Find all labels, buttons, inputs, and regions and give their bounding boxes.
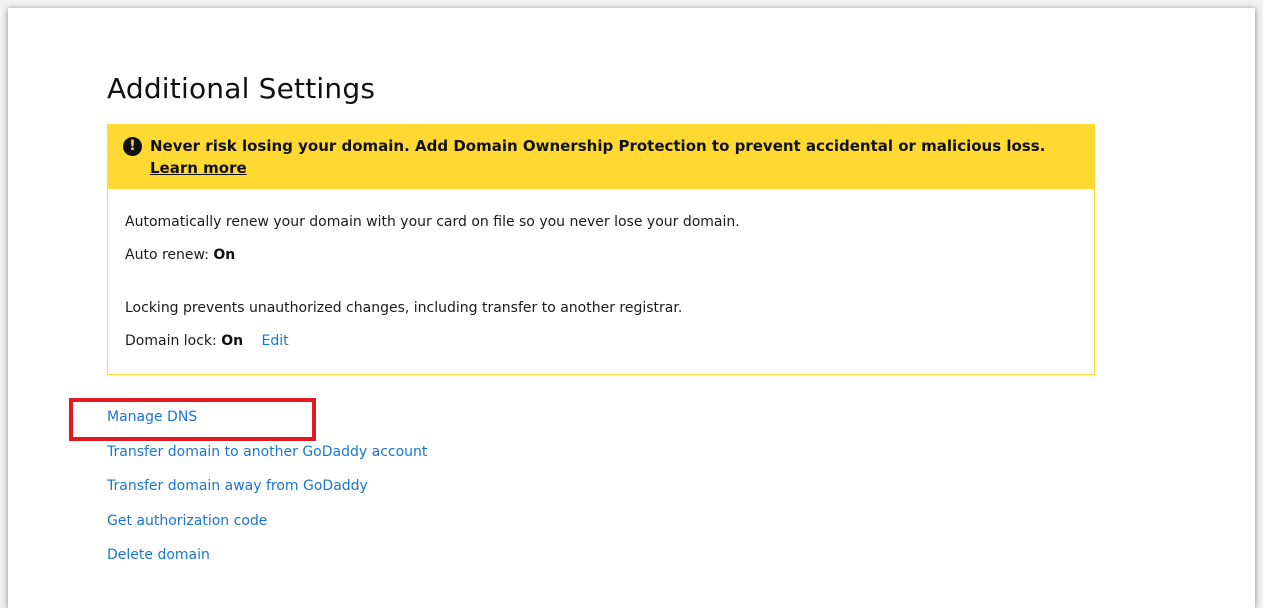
- auto-renew-value: On: [213, 247, 236, 263]
- info-icon: !: [123, 137, 142, 156]
- transfer-account-link[interactable]: Transfer domain to another GoDaddy accou…: [107, 441, 427, 476]
- transfer-away-link[interactable]: Transfer domain away from GoDaddy: [107, 475, 427, 510]
- banner-message: Never risk losing your domain. Add Domai…: [150, 137, 1045, 177]
- manage-dns-highlight: [69, 398, 316, 441]
- page-title: Additional Settings: [107, 72, 376, 105]
- delete-domain-link[interactable]: Delete domain: [107, 544, 427, 579]
- auto-renew-status: Auto renew: On: [125, 247, 235, 263]
- banner-message-text: Never risk losing your domain. Add Domai…: [150, 137, 1046, 155]
- protection-banner: ! Never risk losing your domain. Add Dom…: [108, 125, 1094, 189]
- domain-lock-value: On: [221, 333, 244, 349]
- domain-lock-label: Domain lock:: [125, 333, 217, 349]
- learn-more-link[interactable]: Learn more: [150, 159, 247, 177]
- auto-renew-label: Auto renew:: [125, 247, 209, 263]
- settings-panel: Additional Settings ! Never risk losing …: [8, 8, 1255, 608]
- domain-lock-edit-link[interactable]: Edit: [262, 333, 289, 349]
- domain-settings-box: ! Never risk losing your domain. Add Dom…: [107, 124, 1095, 375]
- domain-lock-status: Domain lock: On Edit: [125, 333, 289, 349]
- auto-renew-description: Automatically renew your domain with you…: [125, 214, 740, 230]
- auth-code-link[interactable]: Get authorization code: [107, 510, 427, 545]
- domain-lock-description: Locking prevents unauthorized changes, i…: [125, 300, 683, 316]
